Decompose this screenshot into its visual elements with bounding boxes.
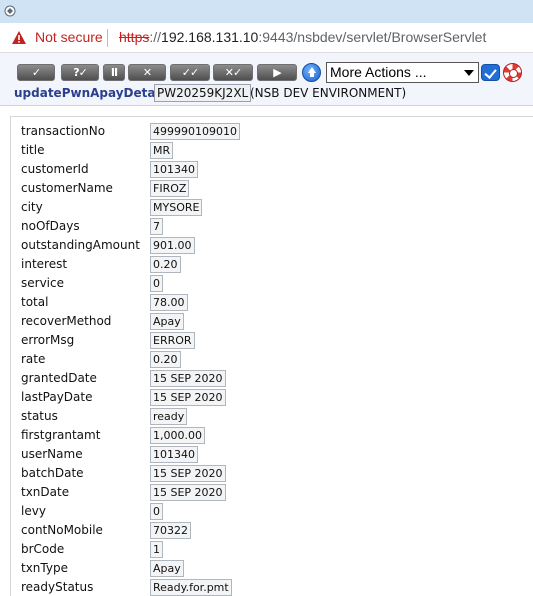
more-actions-select[interactable]: More Actions ... [326, 62, 479, 83]
app-window-icon [4, 5, 16, 17]
field-label: service [21, 276, 64, 290]
url-separator: :// [149, 29, 162, 45]
environment-label: (NSB DEV ENVIRONMENT) [250, 86, 407, 100]
field-value: 901.00 [150, 237, 195, 254]
field-label: lastPayDate [21, 390, 93, 404]
field-value: ERROR [150, 332, 195, 349]
browser-title-bar [0, 0, 533, 23]
field-value: Apay [150, 313, 184, 330]
field-value: Apay [150, 560, 184, 577]
reverse-button[interactable]: ✕✓ [213, 64, 253, 81]
field-value: 15 SEP 2020 [150, 465, 226, 482]
chevron-down-icon [464, 70, 474, 76]
field-label: rate [21, 352, 46, 366]
field-label: outstandingAmount [21, 238, 140, 252]
authorise-button[interactable]: ✓✓ [170, 64, 210, 81]
field-value: 0 [150, 503, 163, 520]
url-scheme: https [119, 29, 150, 45]
address-divider [107, 29, 108, 47]
field-label: brCode [21, 542, 65, 556]
field-value: 70322 [150, 522, 191, 539]
field-value: 101340 [150, 446, 198, 463]
field-value: 499990109010 [150, 123, 240, 140]
field-value: 0.20 [150, 351, 181, 368]
hold-icon: II [110, 66, 118, 79]
next-icon: ▶ [273, 66, 282, 79]
field-label: firstgrantamt [21, 428, 101, 442]
field-label: total [21, 295, 49, 309]
field-value: 15 SEP 2020 [150, 484, 226, 501]
field-label: txnType [21, 561, 68, 575]
verify-button[interactable]: ?✓ [61, 64, 99, 81]
record-id-field: PW20259KJ2XL [154, 84, 252, 102]
field-label: customerId [21, 162, 89, 176]
field-label: customerName [21, 181, 113, 195]
delete-button[interactable]: ✕ [128, 64, 166, 81]
field-value: 7 [150, 218, 163, 235]
field-label: interest [21, 257, 68, 271]
field-value: MR [150, 142, 174, 159]
field-value: FIROZ [150, 180, 190, 197]
commit-check-button[interactable] [481, 64, 500, 81]
field-value: 0.20 [150, 256, 181, 273]
field-value: ready [150, 408, 188, 425]
field-value: 101340 [150, 161, 198, 178]
field-label: txnDate [21, 485, 70, 499]
verify-icon: ?✓ [73, 66, 88, 79]
validate-icon: ✓ [31, 66, 41, 79]
upload-button[interactable] [302, 63, 321, 82]
field-label: title [21, 143, 45, 157]
field-value: 15 SEP 2020 [150, 370, 226, 387]
help-lifebuoy-button[interactable] [503, 63, 522, 82]
field-label: recoverMethod [21, 314, 112, 328]
field-label: transactionNo [21, 124, 106, 138]
security-status-label[interactable]: Not secure [35, 29, 103, 45]
record-detail-panel: transactionNo 499990109010 title MR custom… [10, 116, 533, 596]
field-label: levy [21, 504, 46, 518]
field-label: userName [21, 447, 83, 461]
more-actions-value: More Actions ... [330, 64, 427, 80]
field-label: readyStatus [21, 580, 94, 594]
field-value: 1,000.00 [150, 427, 205, 444]
field-label: city [21, 200, 43, 214]
field-label: noOfDays [21, 219, 80, 233]
warning-icon[interactable] [11, 30, 27, 45]
field-value: 78.00 [150, 294, 188, 311]
field-label: contNoMobile [21, 523, 103, 537]
field-label: grantedDate [21, 371, 97, 385]
validate-button[interactable]: ✓ [17, 64, 55, 81]
next-button[interactable]: ▶ [257, 64, 297, 81]
url-text[interactable]: https://192.168.131.10:9443/nsbdev/servl… [119, 29, 486, 45]
field-label: batchDate [21, 466, 84, 480]
url-path: :9443/nsbdev/servlet/BrowserServlet [258, 29, 487, 45]
authorise-icon: ✓✓ [181, 66, 199, 79]
field-label: errorMsg [21, 333, 75, 347]
field-value: Ready.for.pmt [150, 579, 232, 596]
field-value: 0 [150, 275, 163, 292]
address-bar[interactable]: Not secure https://192.168.131.10:9443/n… [0, 23, 533, 53]
url-host: 192.168.131.10 [161, 29, 259, 45]
reverse-icon: ✕✓ [224, 66, 242, 79]
field-value: 15 SEP 2020 [150, 389, 226, 406]
field-value: MYSORE [150, 199, 203, 216]
delete-icon: ✕ [142, 66, 152, 79]
hold-button[interactable]: II [103, 64, 125, 81]
field-value: 1 [150, 541, 163, 558]
screen-name: updatePwnApayDetails [14, 86, 171, 100]
field-label: status [21, 409, 58, 423]
